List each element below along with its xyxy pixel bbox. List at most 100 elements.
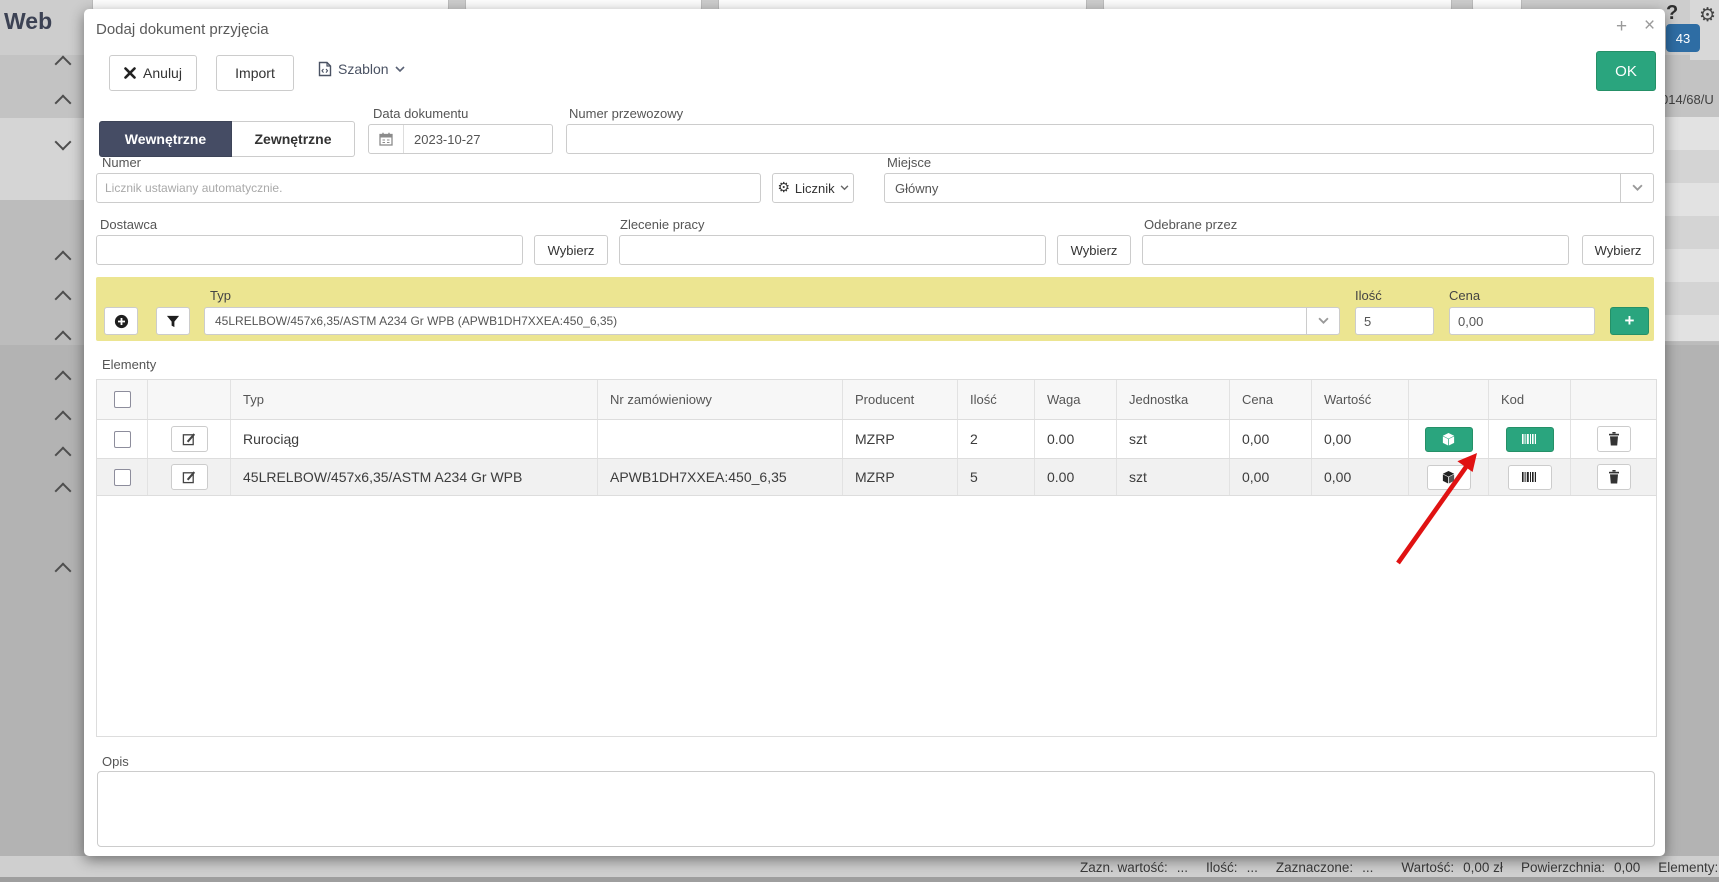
tab-internal[interactable]: Wewnętrzne — [99, 121, 232, 157]
status-item: Wartość:0,00 zł — [1401, 860, 1503, 875]
quickadd-price-label: Cena — [1449, 288, 1480, 303]
tab-external[interactable]: Zewnętrzne — [232, 121, 355, 157]
add-type-button[interactable] — [104, 307, 138, 335]
help-icon[interactable]: ? — [1666, 2, 1678, 25]
cell-jednostka: szt — [1117, 420, 1230, 458]
gear-icon[interactable]: ⚙ — [1699, 4, 1716, 26]
cell-ilosc: 2 — [958, 420, 1035, 458]
number-input[interactable] — [96, 173, 761, 203]
transport-number-input[interactable] — [566, 124, 1654, 154]
quickadd-typ-label: Typ — [210, 288, 231, 303]
counter-dropdown-button[interactable]: ⚙ Licznik — [772, 173, 854, 203]
bg-table-row — [1665, 150, 1719, 184]
delete-row-button[interactable] — [1597, 426, 1631, 452]
select-all-checkbox[interactable] — [114, 391, 131, 408]
status-item: Zaznaczone:... — [1276, 860, 1374, 875]
x-icon — [124, 67, 136, 79]
row-checkbox[interactable] — [114, 469, 131, 486]
bg-table-row — [1665, 183, 1719, 217]
row-checkbox[interactable] — [114, 431, 131, 448]
barcode-icon — [1521, 433, 1538, 445]
file-code-icon — [318, 61, 332, 77]
barcode-button[interactable] — [1508, 465, 1552, 490]
dialog-title: Dodaj dokument przyjęcia — [96, 21, 269, 38]
col-waga: Waga — [1035, 380, 1117, 419]
quickadd-price-input[interactable] — [1449, 307, 1595, 335]
number-label: Numer — [102, 155, 141, 170]
stock-button[interactable] — [1427, 465, 1471, 490]
workorder-input[interactable] — [619, 235, 1046, 265]
edit-icon — [182, 432, 196, 446]
barcode-button[interactable] — [1506, 427, 1554, 452]
elements-table: Typ Nr zamówieniowy Producent Ilość Waga… — [96, 379, 1657, 737]
date-input[interactable]: 2023-10-27 — [368, 124, 553, 154]
supplier-label: Dostawca — [100, 217, 157, 232]
cell-producent: MZRP — [843, 420, 958, 458]
cell-typ: Rurociąg — [231, 420, 598, 458]
cell-producent: MZRP — [843, 459, 958, 495]
bg-document-number: 014/68/U — [1661, 92, 1714, 107]
cell-typ: 45LRELBOW/457x6,35/ASTM A234 Gr WPB — [231, 459, 598, 495]
cell-cena: 0,00 — [1230, 420, 1312, 458]
add-element-button[interactable]: + — [1610, 307, 1649, 335]
status-bar: Zazn. wartość:... Ilość:... Zaznaczone:.… — [1080, 860, 1719, 875]
col-kod: Kod — [1489, 380, 1571, 419]
status-item: Elementy: — [1658, 860, 1719, 875]
elements-section-label: Elementy — [102, 357, 156, 372]
place-label: Miejsce — [887, 155, 931, 170]
ok-label: OK — [1615, 63, 1637, 80]
expand-icon[interactable]: + — [1616, 17, 1627, 36]
description-textarea[interactable] — [97, 771, 1655, 847]
cell-nr — [598, 420, 843, 458]
edit-icon — [182, 470, 196, 484]
add-receipt-dialog: Dodaj dokument przyjęcia + × Anuluj Impo… — [84, 9, 1665, 856]
bg-table-row — [1665, 117, 1719, 151]
status-item: Ilość:... — [1206, 860, 1258, 875]
cell-waga: 0.00 — [1035, 459, 1117, 495]
receivedby-input[interactable] — [1142, 235, 1569, 265]
bg-table-row — [1665, 216, 1719, 250]
cancel-button[interactable]: Anuluj — [109, 55, 197, 91]
cell-jednostka: szt — [1117, 459, 1230, 495]
box-icon — [1441, 432, 1456, 447]
filter-button[interactable] — [156, 307, 190, 335]
barcode-icon — [1521, 471, 1538, 483]
notification-badge: 43 — [1666, 24, 1700, 52]
bg-table-row — [1665, 315, 1719, 342]
col-producent: Producent — [843, 380, 958, 419]
place-value: Główny — [885, 181, 1620, 196]
place-select[interactable]: Główny — [884, 173, 1654, 203]
status-item: Powierzchnia:0,00 — [1521, 860, 1640, 875]
template-dropdown-button[interactable]: Szablon — [318, 61, 405, 77]
status-item: Zazn. wartość:... — [1080, 860, 1188, 875]
import-button[interactable]: Import — [216, 55, 294, 91]
delete-row-button[interactable] — [1597, 464, 1631, 490]
edit-row-button[interactable] — [171, 426, 208, 452]
table-row: 45LRELBOW/457x6,35/ASTM A234 Gr WPB APWB… — [97, 459, 1656, 496]
supplier-input[interactable] — [96, 235, 523, 265]
workorder-label: Zlecenie pracy — [620, 217, 705, 232]
col-cena: Cena — [1230, 380, 1312, 419]
receivedby-choose-button[interactable]: Wybierz — [1582, 235, 1654, 265]
plus-circle-icon — [114, 314, 129, 329]
cell-ilosc: 5 — [958, 459, 1035, 495]
bg-table-row — [1665, 249, 1719, 283]
close-icon[interactable]: × — [1644, 16, 1655, 35]
import-label: Import — [235, 65, 275, 81]
calendar-icon — [369, 125, 404, 153]
quickadd-qty-input[interactable] — [1355, 307, 1434, 335]
stock-button[interactable] — [1425, 427, 1473, 452]
receivedby-label: Odebrane przez — [1144, 217, 1237, 232]
type-combobox[interactable]: 45LRELBOW/457x6,35/ASTM A234 Gr WPB (APW… — [204, 307, 1340, 335]
bg-bottom-strip — [0, 877, 1719, 882]
date-value: 2023-10-27 — [404, 132, 552, 147]
ok-button[interactable]: OK — [1596, 51, 1656, 91]
template-label: Szablon — [338, 61, 389, 77]
transport-number-label: Numer przewozowy — [569, 106, 683, 121]
cancel-label: Anuluj — [143, 65, 182, 81]
edit-row-button[interactable] — [171, 464, 208, 490]
cell-nr: APWB1DH7XXEA:450_6,35 — [598, 459, 843, 495]
workorder-choose-button[interactable]: Wybierz — [1057, 235, 1131, 265]
cell-wartosc: 0,00 — [1312, 459, 1409, 495]
supplier-choose-button[interactable]: Wybierz — [534, 235, 608, 265]
